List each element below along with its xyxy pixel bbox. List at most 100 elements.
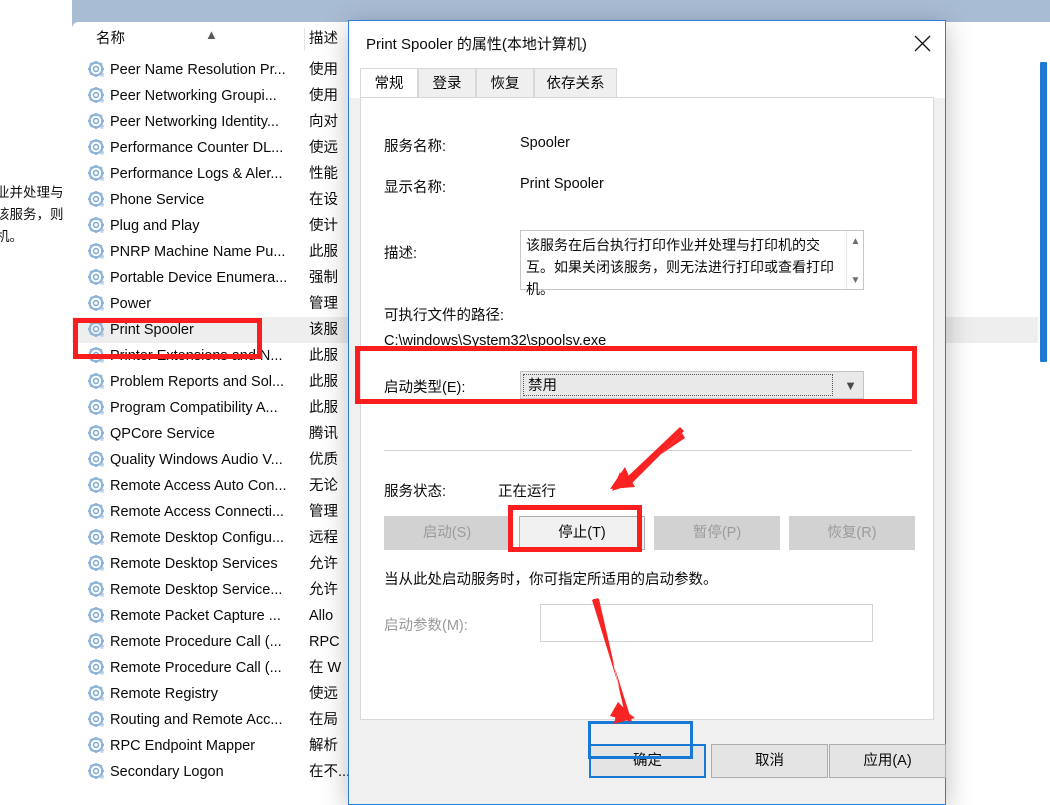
description-scrollbar[interactable]: ▲ ▼ xyxy=(846,231,863,289)
description-textbox[interactable]: 该服务在后台执行打印作业并处理与打印机的交互。如果关闭该服务，则无法进行打印或查… xyxy=(520,230,864,297)
service-gear-icon xyxy=(88,243,106,261)
service-name-cell: Program Compatibility A... xyxy=(110,400,278,416)
service-gear-icon xyxy=(88,451,106,469)
service-name-label: 服务名称: xyxy=(384,139,447,155)
service-gear-icon xyxy=(88,633,106,651)
service-description-cell: 无论 xyxy=(309,478,338,494)
service-description-cell: 允许 xyxy=(309,556,338,572)
service-name-cell: Phone Service xyxy=(110,192,205,208)
service-gear-icon xyxy=(88,113,106,131)
service-gear-icon xyxy=(88,659,106,677)
service-name-cell: Remote Packet Capture ... xyxy=(110,608,281,624)
service-name-cell: Portable Device Enumera... xyxy=(110,270,288,286)
desktop-left-margin xyxy=(0,0,72,805)
service-gear-icon xyxy=(88,555,106,573)
tab-logon[interactable]: 登录 xyxy=(418,68,476,98)
service-description-cell: Allo xyxy=(309,608,334,624)
service-description-cell: 管理 xyxy=(309,296,338,312)
service-name-cell: Remote Desktop Configu... xyxy=(110,530,285,546)
arrow-to-stop-button xyxy=(610,427,685,491)
service-description-cell: 此服 xyxy=(309,400,338,416)
apply-button[interactable]: 应用(A) xyxy=(829,744,946,778)
service-name-cell: Secondary Logon xyxy=(110,764,224,780)
service-gear-icon xyxy=(88,165,106,183)
service-name-cell: Remote Access Connecti... xyxy=(110,504,285,520)
clipped-description-text: 业并处理与 该服务，则 机。 xyxy=(0,185,64,244)
service-gear-icon xyxy=(88,737,106,755)
service-gear-icon xyxy=(88,763,106,781)
close-icon[interactable] xyxy=(899,21,945,66)
chevron-up-icon[interactable]: ▲ xyxy=(847,233,864,249)
service-gear-icon xyxy=(88,191,106,209)
annotation-box-startup-type xyxy=(355,346,917,404)
service-status-value: 正在运行 xyxy=(498,484,556,500)
dialog-tab-strip[interactable]: 常规 登录 恢复 依存关系 xyxy=(349,68,945,98)
service-gear-icon xyxy=(88,529,106,547)
column-header-description[interactable]: 描述 xyxy=(309,22,338,57)
service-gear-icon xyxy=(88,399,106,417)
service-name-cell: Remote Desktop Services xyxy=(110,556,278,572)
service-description-cell: 优质 xyxy=(309,452,338,468)
start-params-hint: 当从此处启动服务时，你可指定所适用的启动参数。 xyxy=(384,572,718,588)
resume-service-button: 恢复(R) xyxy=(789,516,915,550)
service-description-cell: 管理 xyxy=(309,504,338,520)
display-name-label: 显示名称: xyxy=(384,180,447,196)
service-gear-icon xyxy=(88,61,106,79)
description-value: 该服务在后台执行打印作业并处理与打印机的交互。如果关闭该服务，则无法进行打印或查… xyxy=(526,237,834,297)
service-description-cell: RPC xyxy=(309,634,340,650)
tab-recovery[interactable]: 恢复 xyxy=(476,68,534,98)
service-description-cell: 在设 xyxy=(309,192,338,208)
service-description-cell: 强制 xyxy=(309,270,338,286)
service-gear-icon xyxy=(88,269,106,287)
service-name-cell: Performance Counter DL... xyxy=(110,140,284,156)
service-description-cell: 使远 xyxy=(309,140,338,156)
annotation-box-print-spooler-row xyxy=(73,318,262,359)
service-name-cell: Problem Reports and Sol... xyxy=(110,374,285,390)
start-service-button: 启动(S) xyxy=(384,516,510,550)
executable-path-label: 可执行文件的路径: xyxy=(384,308,505,324)
description-label: 描述: xyxy=(384,246,418,262)
pause-service-button: 暂停(P) xyxy=(654,516,780,550)
service-status-label: 服务状态: xyxy=(384,484,447,500)
service-description-cell: 在不... xyxy=(309,764,351,780)
service-description-cell: 使计 xyxy=(309,218,338,234)
tab-general[interactable]: 常规 xyxy=(360,68,418,98)
column-header-name[interactable]: 名称 xyxy=(96,22,125,57)
arrow-to-ok-button xyxy=(592,598,635,724)
service-description-cell: 向对 xyxy=(309,114,338,130)
sort-ascending-caret-icon: ▲ xyxy=(205,27,218,42)
cancel-button[interactable]: 取消 xyxy=(711,744,828,778)
service-gear-icon xyxy=(88,295,106,313)
service-gear-icon xyxy=(88,217,106,235)
service-name-value: Spooler xyxy=(520,135,570,151)
service-name-cell: Routing and Remote Acc... xyxy=(110,712,283,728)
service-name-cell: Remote Desktop Service... xyxy=(110,582,283,598)
service-description-cell: 腾讯 xyxy=(309,426,338,442)
service-name-cell: Plug and Play xyxy=(110,218,200,234)
service-gear-icon xyxy=(88,139,106,157)
dialog-title-bar: Print Spooler 的属性(本地计算机) xyxy=(349,21,945,68)
service-name-cell: RPC Endpoint Mapper xyxy=(110,738,256,754)
display-name-value: Print Spooler xyxy=(520,176,604,192)
service-description-cell: 在局 xyxy=(309,712,338,728)
service-gear-icon xyxy=(88,503,106,521)
chevron-down-icon[interactable]: ▼ xyxy=(847,272,864,288)
service-description-cell: 解析 xyxy=(309,738,338,754)
service-name-cell: Performance Logs & Aler... xyxy=(110,166,283,182)
service-description-cell: 在 W xyxy=(309,660,342,676)
tab-dependencies[interactable]: 依存关系 xyxy=(534,68,617,98)
service-name-cell: Remote Access Auto Con... xyxy=(110,478,287,494)
service-gear-icon xyxy=(88,373,106,391)
service-description-cell: 允许 xyxy=(309,582,338,598)
service-name-cell: PNRP Machine Name Pu... xyxy=(110,244,286,260)
service-gear-icon xyxy=(88,581,106,599)
dialog-title: Print Spooler 的属性(本地计算机) xyxy=(366,36,587,53)
list-scrollbar-thumb[interactable] xyxy=(1040,62,1047,362)
service-gear-icon xyxy=(88,87,106,105)
service-name-cell: Peer Networking Identity... xyxy=(110,114,279,130)
service-gear-icon xyxy=(88,711,106,729)
service-name-cell: Quality Windows Audio V... xyxy=(110,452,283,468)
service-name-cell: Peer Name Resolution Pr... xyxy=(110,62,286,78)
service-description-cell: 远程 xyxy=(309,530,338,546)
service-description-cell: 此服 xyxy=(309,374,338,390)
